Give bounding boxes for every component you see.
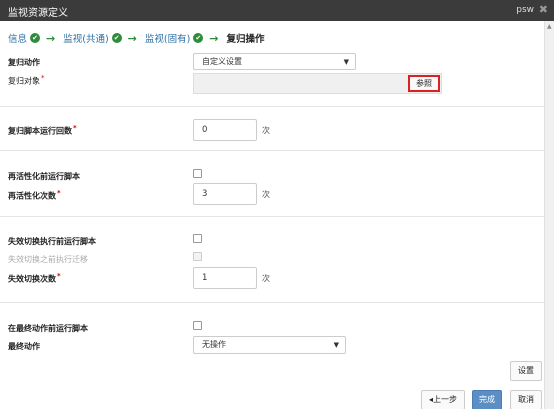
divider [0, 302, 544, 303]
step-monitor-common[interactable]: 监视(共通) [63, 31, 108, 45]
check-icon: ✔ [30, 33, 41, 43]
recovery-target-label: 复归对象* [8, 74, 45, 87]
check-icon: ✔ [111, 33, 122, 43]
step-monitor-specific[interactable]: 监视(固有) [145, 31, 190, 45]
final-script-checkbox[interactable] [193, 321, 202, 330]
required-mark: * [73, 124, 77, 132]
failover-count-text: 失效切换次数 [8, 274, 56, 284]
failover-script-label: 失效切换执行前运行脚本 [8, 237, 96, 246]
chevron-down-icon: ▼ [333, 341, 339, 349]
final-action-value: 无操作 [202, 340, 226, 349]
reactivation-script-label: 再活性化前运行脚本 [8, 172, 80, 181]
arrow-right-icon: → [46, 31, 56, 45]
arrow-right-icon: → [209, 31, 219, 45]
reactivation-script-checkbox[interactable] [193, 169, 202, 178]
title-bar: 监视资源定义 psw ✖ [0, 0, 554, 21]
final-script-label: 在最终动作前运行脚本 [8, 324, 88, 333]
recovery-action-label: 复归动作 [8, 58, 40, 67]
wizard-steps: 信息 ✔ → 监视(共通) ✔ → 监视(固有) ✔ → 复归操作 [8, 31, 265, 46]
divider [0, 106, 544, 107]
required-mark: * [57, 189, 61, 197]
vertical-scrollbar[interactable]: ▲ [544, 21, 554, 409]
required-mark: * [57, 272, 61, 280]
reactivation-count-input[interactable]: 3 [193, 183, 257, 205]
recovery-action-select[interactable]: 自定义设置 ▼ [193, 53, 356, 70]
recovery-action-value: 自定义设置 [202, 57, 242, 66]
finish-button[interactable]: 完成 [472, 390, 502, 409]
scroll-up-icon[interactable]: ▲ [547, 23, 552, 30]
check-icon: ✔ [193, 33, 204, 43]
failover-script-checkbox[interactable] [193, 234, 202, 243]
script-count-text: 复归脚本运行回数 [8, 126, 72, 136]
recovery-target-field[interactable] [193, 73, 442, 94]
cancel-button[interactable]: 取消 [510, 390, 542, 409]
divider [0, 150, 544, 151]
failover-count-unit: 次 [262, 274, 270, 283]
failover-migrate-label: 失效切换之前执行迁移 [8, 255, 88, 264]
reactivation-count-label: 再活性化次数* [8, 189, 61, 202]
script-count-input[interactable]: 0 [193, 119, 257, 141]
settings-button[interactable]: 设置 [510, 361, 542, 381]
failover-count-label: 失效切换次数* [8, 272, 61, 285]
script-count-label: 复归脚本运行回数* [8, 124, 77, 137]
reactivation-count-unit: 次 [262, 190, 270, 199]
script-count-unit: 次 [262, 126, 270, 135]
close-icon[interactable]: ✖ [539, 3, 548, 16]
recovery-target-text: 复归对象 [8, 76, 40, 86]
step-info[interactable]: 信息 [8, 31, 27, 45]
divider [0, 216, 544, 217]
failover-count-input[interactable]: 1 [193, 267, 257, 289]
final-action-label: 最终动作 [8, 342, 40, 351]
chevron-down-icon: ▼ [343, 58, 349, 66]
final-action-select[interactable]: 无操作 ▼ [193, 336, 346, 354]
window-title: 监视资源定义 [8, 8, 68, 19]
browse-button[interactable]: 参照 [408, 75, 440, 92]
required-mark: * [41, 74, 45, 82]
user-name: psw [516, 5, 534, 15]
back-button[interactable]: ◂上一步 [421, 390, 465, 409]
step-recovery-action: 复归操作 [226, 34, 265, 45]
reactivation-count-text: 再活性化次数 [8, 191, 56, 201]
failover-migrate-checkbox[interactable] [193, 252, 202, 261]
arrow-right-icon: → [127, 31, 137, 45]
